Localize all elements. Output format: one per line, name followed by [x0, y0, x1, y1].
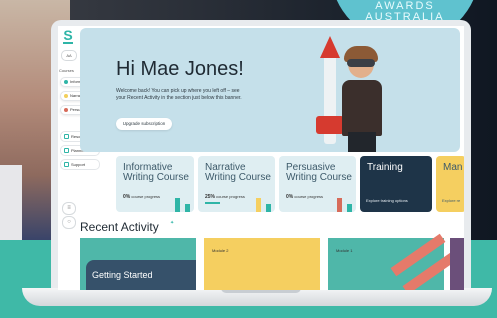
chat-icon — [64, 162, 69, 168]
accent-block — [347, 204, 352, 212]
goggles — [347, 59, 375, 67]
accent-block — [266, 204, 271, 212]
course-title: Persuasive Writing Course — [286, 162, 352, 183]
welcome-text: Welcome back! You can pick up where you … — [116, 88, 242, 101]
book-icon — [64, 134, 69, 140]
course-card-informative[interactable]: Informative Writing Course 0% course pro… — [116, 156, 194, 212]
progress-label: course progress — [216, 194, 245, 199]
calendar-icon — [64, 148, 69, 154]
sidebar-item-support[interactable]: Support — [60, 159, 100, 170]
course-card-persuasive[interactable]: Persuasive Writing Course 0% course prog… — [279, 156, 356, 212]
app-screen: S AA Courses Informative Narrative Persu… — [58, 26, 464, 290]
accent-block — [175, 198, 180, 212]
search-icon[interactable]: ○ — [62, 216, 76, 229]
training-subtitle: Explore training options — [366, 198, 408, 203]
rocket-illustration — [316, 36, 344, 144]
progress-label: course progress — [131, 194, 161, 199]
sidebar-item-label: Support — [71, 162, 86, 167]
extra-card-subtitle: Explore re — [442, 198, 461, 203]
background-shirt — [0, 165, 22, 240]
activity-card-module-1[interactable]: Module 1 — [328, 233, 458, 290]
informative-dot-icon — [64, 80, 68, 84]
course-progress: 25% course progress — [205, 194, 245, 200]
course-title: Informative Writing Course — [123, 162, 189, 183]
activity-card-partial[interactable] — [450, 238, 464, 290]
courses-label: Courses — [59, 68, 74, 73]
child-illustration-body — [342, 80, 382, 136]
accent-block — [337, 198, 342, 212]
narrative-dot-icon — [64, 94, 68, 98]
course-progress: 0% course progress — [286, 194, 323, 200]
progress-percent: 25% — [205, 194, 216, 200]
activity-card-label: Module 2 — [212, 248, 229, 253]
extra-card-title: Man — [443, 162, 463, 173]
rocket-tip — [320, 36, 340, 58]
text-size-button[interactable]: AA — [61, 50, 77, 61]
course-progress: 0% course progress — [123, 194, 160, 200]
activity-card-module-2[interactable]: Module 2 — [204, 238, 320, 290]
child-illustration-legs — [348, 132, 376, 152]
course-card-narrative[interactable]: Narrative Writing Course 25% course prog… — [198, 156, 275, 212]
accent-block — [185, 204, 190, 212]
rocket-fin — [316, 116, 344, 134]
logo-underline — [63, 42, 73, 44]
activity-card-getting-started[interactable]: Getting Started — [80, 238, 196, 290]
recent-activity-heading: Recent Activity — [80, 220, 159, 234]
app-logo[interactable]: S — [61, 28, 75, 42]
progress-percent: 0% — [123, 194, 131, 200]
persuasive-dot-icon — [64, 108, 68, 112]
training-title: Training — [367, 162, 403, 173]
sidebar: S AA Courses Informative Narrative Persu… — [58, 26, 102, 290]
accent-block — [256, 198, 261, 212]
training-card[interactable]: Training Explore training options — [360, 156, 432, 212]
upgrade-subscription-button[interactable]: Upgrade subscription — [116, 118, 172, 130]
welcome-banner: Hi Mae Jones! Welcome back! You can pick… — [80, 28, 460, 152]
sparkle-icon: ✦ — [170, 220, 175, 226]
activity-card-label: Getting Started — [92, 270, 153, 280]
progress-bar — [205, 202, 220, 204]
course-title: Narrative Writing Course — [205, 162, 271, 183]
activity-card-label: Module 1 — [336, 248, 353, 253]
progress-label: course progress — [294, 194, 324, 199]
menu-icon[interactable]: ≡ — [62, 202, 76, 215]
greeting-title: Hi Mae Jones! — [116, 58, 244, 80]
extra-card[interactable]: Man Explore re — [436, 156, 464, 212]
progress-percent: 0% — [286, 194, 294, 200]
